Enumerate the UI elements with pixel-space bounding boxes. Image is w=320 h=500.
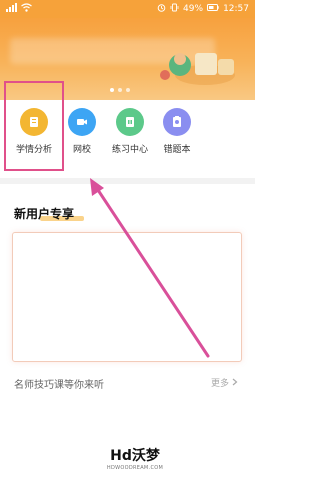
video-icon: [68, 108, 96, 136]
banner-pagination: [110, 88, 130, 92]
watermark-url: HDWOODREAM.COM: [106, 465, 164, 471]
watermark: Hd沃梦 HDWOODREAM.COM: [95, 445, 175, 471]
vibrate-icon: [170, 3, 179, 15]
highlight-box: [4, 81, 64, 171]
signal-icon: [6, 3, 21, 15]
nav-label: 练习中心: [111, 145, 148, 155]
banner-dot[interactable]: [110, 88, 114, 92]
teacher-course-heading: 名师技巧课等你来听: [14, 380, 104, 391]
alarm-icon: [157, 3, 166, 15]
more-label: 更多: [211, 379, 230, 389]
status-time: 12:57: [223, 4, 249, 14]
nav-item-mistakes[interactable]: 错题本: [153, 108, 201, 155]
nav-label: 错题本: [163, 145, 191, 155]
status-right: 49% 12:57: [157, 3, 249, 15]
status-left: [6, 3, 32, 15]
nav-item-online-school[interactable]: 网校: [58, 108, 106, 155]
banner-dot[interactable]: [126, 88, 130, 92]
nav-label: 网校: [72, 145, 91, 155]
new-user-promo-card[interactable]: [12, 232, 242, 362]
section-divider: [0, 178, 255, 184]
nav-item-practice[interactable]: 练习中心: [106, 108, 154, 155]
wifi-icon: [21, 3, 32, 15]
banner-dot[interactable]: [118, 88, 122, 92]
more-link[interactable]: 更多: [211, 376, 238, 389]
notebook-icon: [163, 108, 191, 136]
watermark-logo: Hd沃梦: [110, 448, 160, 464]
battery-icon: [207, 4, 219, 14]
section-title: 新用户专享: [14, 207, 75, 221]
practice-icon: [116, 108, 144, 136]
banner-illustration: [160, 53, 235, 85]
chevron-right-icon: [232, 378, 238, 389]
battery-percent: 49%: [183, 4, 204, 14]
